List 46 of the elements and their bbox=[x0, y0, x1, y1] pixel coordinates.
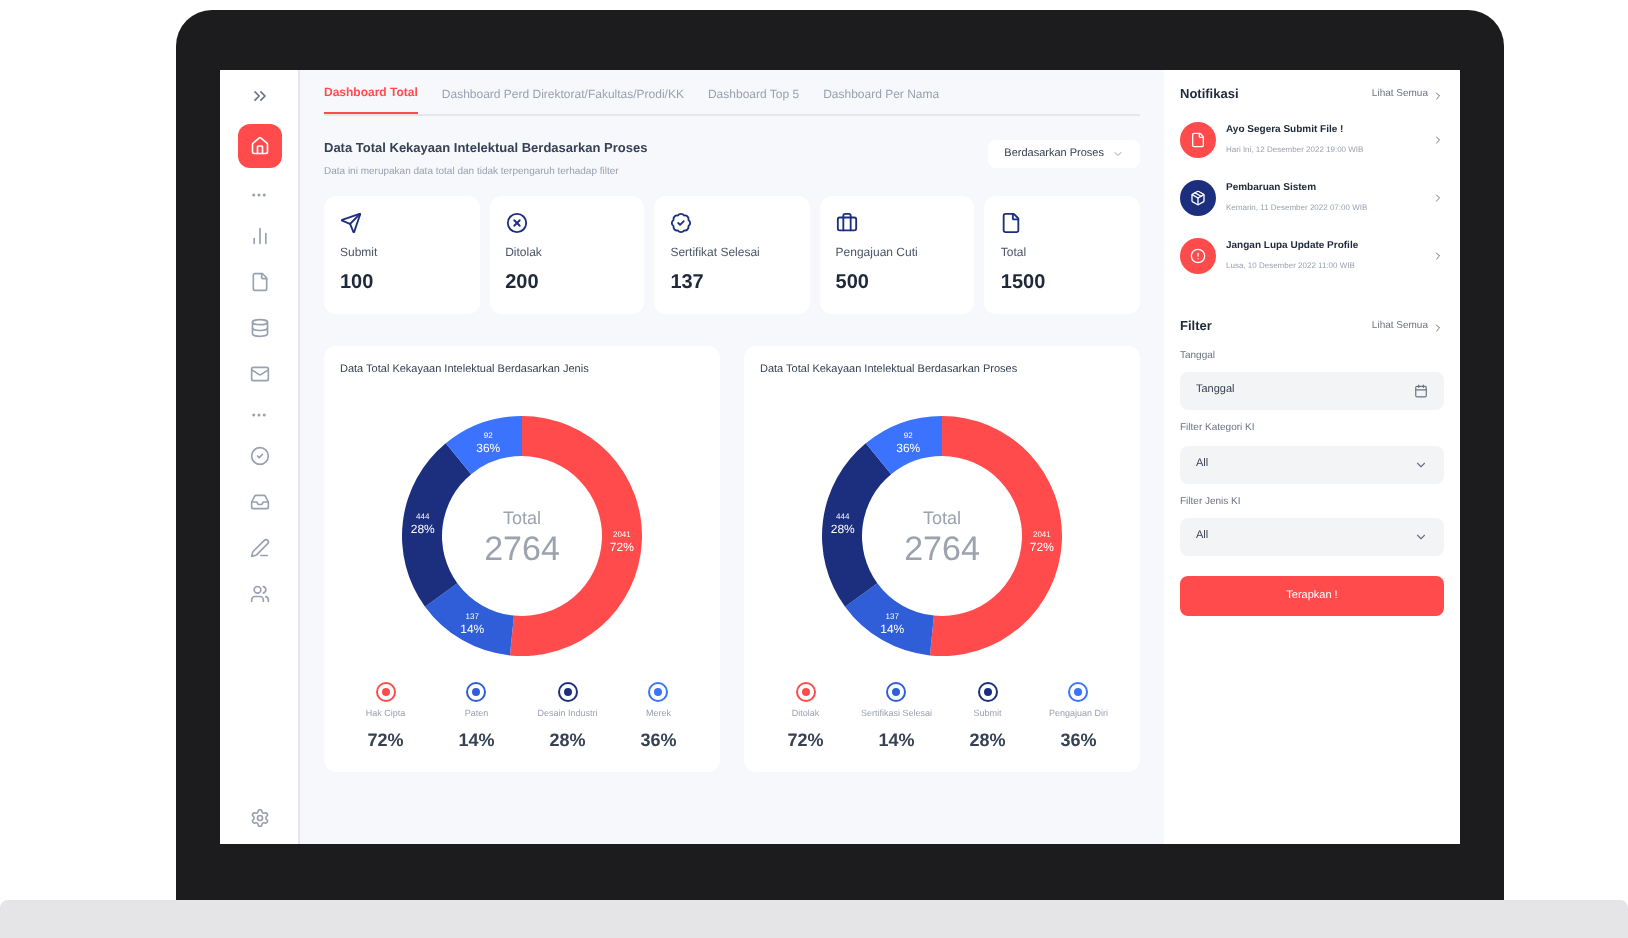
file-icon bbox=[1190, 131, 1206, 148]
box-icon bbox=[1190, 189, 1206, 206]
check-circle-icon bbox=[249, 446, 269, 466]
sidebar-item[interactable] bbox=[237, 124, 281, 168]
donut-center-value: 2764 bbox=[484, 529, 560, 567]
file-icon bbox=[249, 272, 269, 292]
database-icon bbox=[249, 318, 269, 338]
chevron-right-icon bbox=[1432, 133, 1444, 146]
mail-icon bbox=[249, 364, 269, 384]
chevron-right-icon bbox=[1432, 191, 1444, 204]
pen-icon bbox=[249, 538, 269, 558]
legend-percent: 14% bbox=[878, 728, 915, 755]
briefcase-icon bbox=[835, 212, 858, 235]
chevron-down-icon bbox=[1112, 148, 1124, 161]
stat-value: 1500 bbox=[1000, 270, 1048, 299]
chevron-right-icon bbox=[1432, 249, 1444, 262]
x-circle-icon bbox=[505, 212, 528, 235]
inbox-icon bbox=[249, 492, 269, 512]
stat-value: 200 bbox=[505, 270, 541, 299]
expand-icon[interactable] bbox=[249, 86, 269, 106]
settings-icon[interactable] bbox=[249, 808, 269, 828]
stat-value: 137 bbox=[670, 270, 706, 299]
legend-percent: 72% bbox=[787, 728, 824, 755]
legend-percent: 28% bbox=[549, 728, 586, 755]
legend-percent: 72% bbox=[367, 728, 404, 755]
chevron-down-icon bbox=[1414, 530, 1428, 544]
legend-percent: 14% bbox=[458, 728, 495, 755]
bar-chart-icon bbox=[249, 226, 269, 246]
donut-center-label: Total bbox=[503, 507, 541, 527]
stat-value: 100 bbox=[340, 270, 376, 299]
chevron-right-icon bbox=[1432, 89, 1444, 102]
alert-icon bbox=[1190, 247, 1206, 264]
donut-center-label: Total bbox=[923, 507, 961, 527]
calendar-icon bbox=[1414, 384, 1428, 398]
legend-percent: 36% bbox=[640, 728, 677, 755]
chevron-right-icon bbox=[1432, 321, 1444, 334]
send-icon bbox=[340, 212, 362, 235]
users-icon bbox=[249, 584, 269, 604]
donut-center-value: 2764 bbox=[904, 529, 980, 567]
legend-percent: 36% bbox=[1060, 728, 1097, 755]
check-badge-icon bbox=[670, 212, 693, 235]
chevron-down-icon bbox=[1414, 457, 1428, 471]
file-icon bbox=[1000, 212, 1023, 235]
home-icon bbox=[249, 136, 269, 156]
stat-value: 500 bbox=[835, 270, 871, 299]
legend-percent: 28% bbox=[969, 728, 1006, 755]
